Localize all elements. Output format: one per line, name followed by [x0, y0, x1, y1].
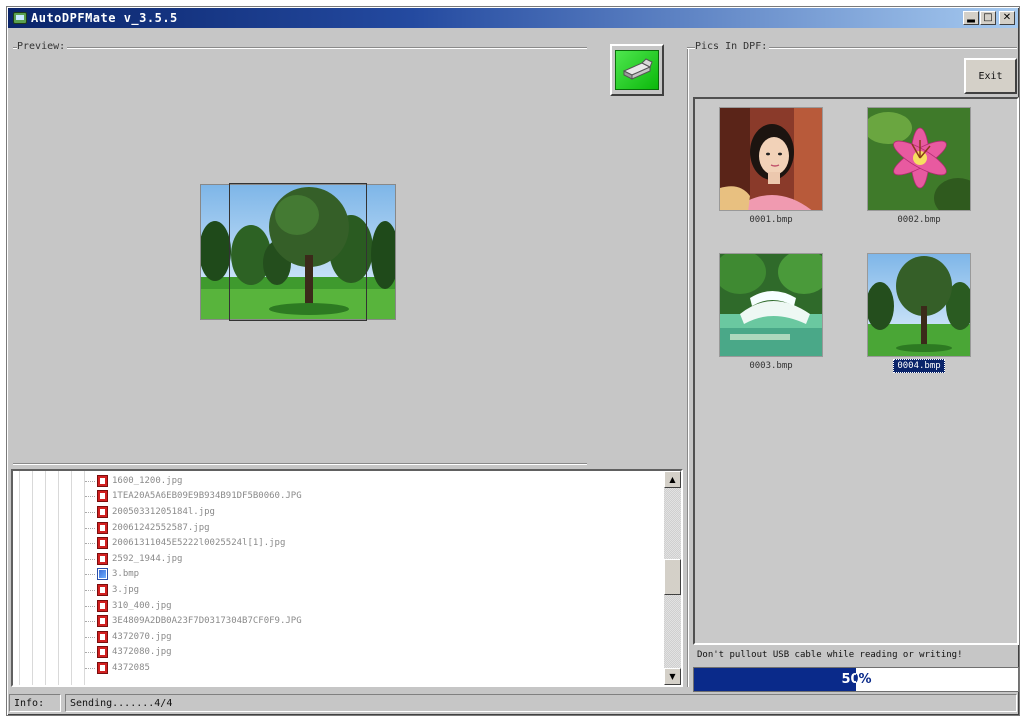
file-name: 3.bmp [112, 569, 140, 580]
list-item[interactable]: 3E4809A2DB0A23F7D0317304B7CF0F9.JPG [85, 613, 661, 629]
status-text: Sending.......4/4 [65, 694, 1017, 712]
file-name: 2592_1944.jpg [112, 553, 183, 564]
thumbnail-0003[interactable] [719, 253, 823, 357]
image-file-icon [97, 474, 108, 487]
file-name: 310_400.jpg [112, 600, 172, 611]
progress-bar: 50% 50% [693, 667, 1019, 692]
list-item[interactable]: 4372070.jpg [85, 629, 661, 645]
bitmap-file-icon [97, 568, 108, 581]
file-name: 4372070.jpg [112, 631, 172, 642]
image-file-icon [97, 505, 108, 518]
preview-bottom-divider [13, 463, 587, 465]
image-file-icon [97, 599, 108, 612]
file-name: 4372080.jpg [112, 647, 172, 658]
minimize-icon[interactable]: ▂ [963, 11, 979, 25]
app-icon [13, 12, 27, 24]
image-file-icon [97, 630, 108, 643]
thumbnail-0001[interactable] [719, 107, 823, 211]
file-name: 20061311045E5222l0025524l[1].jpg [112, 538, 286, 549]
status-bar: Info: Sending.......4/4 [9, 693, 1017, 713]
progress-text-inverse: 50% [841, 672, 856, 687]
image-file-icon [97, 537, 108, 550]
list-item[interactable]: 3.jpg [85, 582, 661, 598]
progress-fill: 50% [694, 668, 856, 691]
preview-group-border [13, 47, 587, 49]
list-item[interactable]: 20061242552587.jpg [85, 520, 661, 536]
list-item[interactable]: 20050331205184l.jpg [85, 504, 661, 520]
file-name: 20050331205184l.jpg [112, 506, 215, 517]
thumbnail-label: 0001.bmp [749, 215, 793, 225]
scroll-down-icon[interactable]: ▼ [664, 668, 681, 685]
crop-frame[interactable] [229, 183, 367, 321]
usb-warning: Don't pullout USB cable while reading or… [697, 650, 963, 660]
list-item[interactable]: 4372080.jpg [85, 645, 661, 661]
file-list[interactable]: 1600_1200.jpg 1TEA20A5A6EB09E9B934B91DF5B… [11, 469, 683, 687]
list-item[interactable]: 1TEA20A5A6EB09E9B934B91DF5B0060.JPG [85, 489, 661, 505]
tree-guides [19, 471, 93, 685]
file-name: 1TEA20A5A6EB09E9B934B91DF5B0060.JPG [112, 491, 302, 502]
image-file-icon [97, 615, 108, 628]
maximize-icon[interactable]: □ [980, 11, 996, 25]
file-name: 3.jpg [112, 584, 140, 595]
thumbnail-label-selected: 0004.bmp [867, 359, 971, 373]
list-item[interactable]: 2592_1944.jpg [85, 551, 661, 567]
right-group-left-border [687, 47, 689, 687]
file-name: 1600_1200.jpg [112, 475, 183, 486]
image-file-icon [97, 661, 108, 674]
thumbnail-0004[interactable] [867, 253, 971, 357]
list-item[interactable]: 1600_1200.jpg [85, 473, 661, 489]
image-file-icon [97, 646, 108, 659]
preview-label: Preview: [17, 41, 68, 52]
thumbnail-label: 0002.bmp [897, 215, 941, 225]
image-file-icon [97, 521, 108, 534]
exit-button[interactable]: Exit [964, 58, 1017, 94]
window-controls: ▂ □ ✕ [963, 11, 1015, 25]
file-rows: 1600_1200.jpg 1TEA20A5A6EB09E9B934B91DF5B… [85, 473, 661, 676]
close-icon[interactable]: ✕ [999, 11, 1015, 25]
app-window: AutoDPFMate v_3.5.5 ▂ □ ✕ Preview: 1600_… [6, 6, 1020, 716]
file-name: 20061242552587.jpg [112, 522, 210, 533]
scroll-up-icon[interactable]: ▲ [664, 471, 681, 488]
title-bar[interactable]: AutoDPFMate v_3.5.5 ▂ □ ✕ [8, 8, 1018, 28]
pics-label: Pics In DPF: [695, 41, 770, 52]
file-name: 4372085 [112, 662, 150, 673]
image-file-icon [97, 583, 108, 596]
list-item[interactable]: 310_400.jpg [85, 598, 661, 614]
thumbnail-0002[interactable] [867, 107, 971, 211]
image-file-icon [97, 490, 108, 503]
image-file-icon [97, 552, 108, 565]
pics-panel: 0001.bmp 0002.bmp 0003.bmp 0004.bmp [693, 97, 1019, 645]
scroll-thumb[interactable] [664, 559, 681, 595]
file-list-scrollbar[interactable]: ▲ ▼ [664, 471, 681, 685]
list-item[interactable]: 3.bmp [85, 567, 661, 583]
window-title: AutoDPFMate v_3.5.5 [31, 11, 178, 25]
list-item[interactable]: 4372085 [85, 660, 661, 676]
send-button[interactable] [610, 44, 664, 96]
file-name: 3E4809A2DB0A23F7D0317304B7CF0F9.JPG [112, 616, 302, 627]
list-item[interactable]: 20061311045E5222l0025524l[1].jpg [85, 535, 661, 551]
usb-transfer-icon [622, 58, 653, 80]
thumbnail-label: 0003.bmp [749, 361, 793, 371]
status-label: Info: [9, 694, 61, 712]
